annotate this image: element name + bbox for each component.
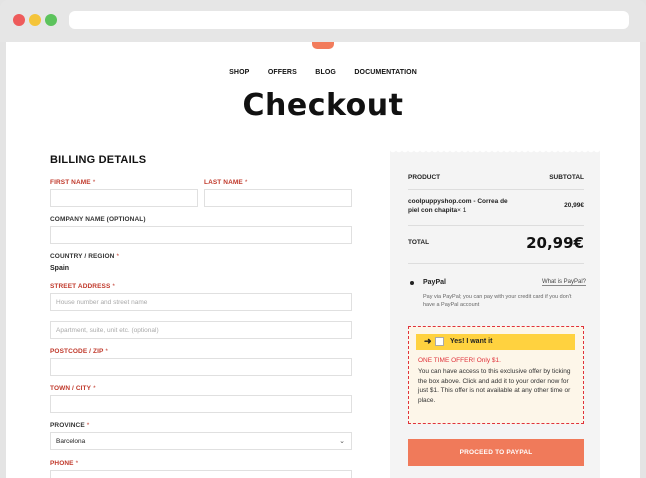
phone-field[interactable] [50,470,352,478]
country-label: COUNTRY / REGION * [50,253,120,260]
order-summary: PRODUCT SUBTOTAL coolpuppyshop.com - Cor… [390,149,600,478]
divider [408,225,584,226]
postcode-label: POSTCODE / ZIP * [50,348,109,355]
offer-description: You can have access to this exclusive of… [418,368,571,404]
nav-item-offers[interactable]: OFFERS [268,69,297,76]
divider [408,263,584,264]
divider [408,189,584,190]
paypal-radio[interactable] [410,281,414,285]
province-select[interactable]: Barcelona ⌄ [50,432,352,450]
total-label: TOTAL [408,239,430,246]
company-field[interactable] [50,226,352,244]
offer-checkbox[interactable] [435,337,444,346]
zigzag-edge [390,149,600,154]
last-name-field[interactable] [204,189,352,207]
postcode-field[interactable] [50,358,352,376]
offer-checkbox-bar[interactable]: ➜ Yes! I want it [416,334,575,350]
first-name-field[interactable] [50,189,198,207]
site-logo[interactable] [312,42,334,49]
province-value: Barcelona [56,438,86,445]
page-title: Checkout [242,88,404,123]
province-label: PROVINCE * [50,422,90,429]
chevron-down-icon: ⌄ [339,438,345,445]
product-name: coolpuppyshop.com - Correa de piel con c… [408,198,508,214]
minimize-window-icon[interactable] [29,14,41,26]
browser-toolbar [0,0,646,42]
offer-yes-label[interactable]: Yes! I want it [450,338,492,345]
paypal-description: Pay via PayPal; you can pay with your cr… [423,294,572,308]
town-field[interactable] [50,395,352,413]
total-value: 20,99€ [526,234,584,252]
company-label: COMPANY NAME (OPTIONAL) [50,216,146,223]
product-header: PRODUCT [408,174,441,181]
first-name-label: FIRST NAME * [50,179,96,186]
offer-headline: ONE TIME OFFER! Only $1. [418,357,501,364]
nav-item-blog[interactable]: BLOG [315,69,336,76]
phone-label: PHONE * [50,460,79,467]
arrow-right-icon: ➜ [424,336,432,346]
nav-item-documentation[interactable]: DOCUMENTATION [354,69,416,76]
product-price: 20,99€ [564,202,584,209]
nav-item-shop[interactable]: SHOP [229,69,249,76]
what-is-paypal-link[interactable]: What is PayPal? [541,279,586,286]
close-window-icon[interactable] [13,14,25,26]
country-value: Spain [50,265,70,272]
checkout-page: SHOP OFFERS BLOG DOCUMENTATION Checkout … [6,42,640,478]
subtotal-header: SUBTOTAL [549,174,584,181]
billing-heading: BILLING DETAILS [50,154,147,166]
street-address-label: STREET ADDRESS * [50,283,116,290]
last-name-label: LAST NAME * [204,179,248,186]
paypal-method-name: PayPal [423,279,446,286]
town-label: TOWN / CITY * [50,385,96,392]
address-bar[interactable] [69,11,629,29]
one-time-offer-box: ➜ Yes! I want it ONE TIME OFFER! Only $1… [408,326,584,424]
street-address-field[interactable]: House number and street name [50,293,352,311]
main-nav: SHOP OFFERS BLOG DOCUMENTATION [6,61,640,79]
proceed-to-paypal-button[interactable]: PROCEED TO PAYPAL [408,439,584,466]
maximize-window-icon[interactable] [45,14,57,26]
street-address-2-field[interactable]: Apartment, suite, unit etc. (optional) [50,321,352,339]
